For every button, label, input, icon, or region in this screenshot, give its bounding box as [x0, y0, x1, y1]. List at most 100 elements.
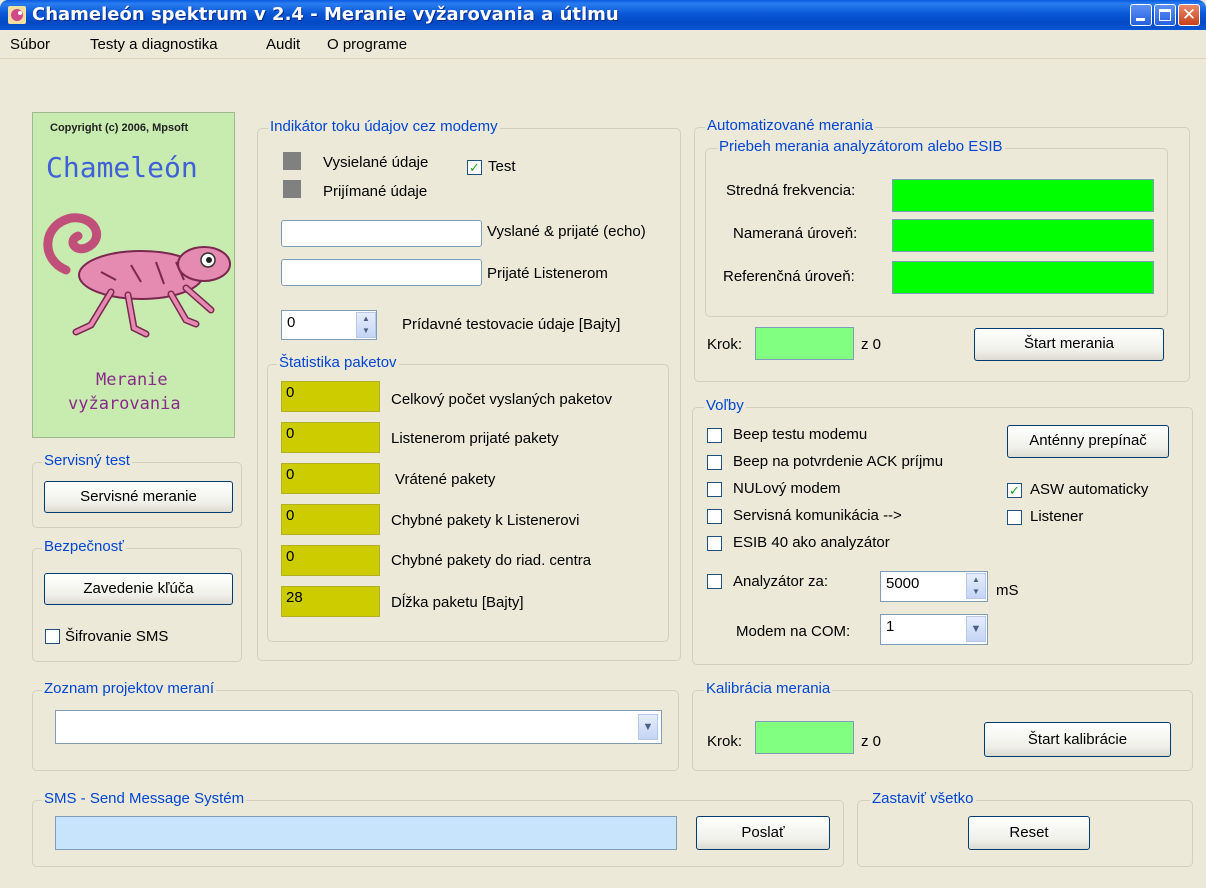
menu-testy[interactable]: Testy a diagnostika: [90, 36, 218, 53]
step-label: Krok:: [707, 336, 743, 353]
calibration-step-label: Krok:: [707, 733, 743, 750]
analyzer-unit: mS: [996, 582, 1019, 599]
extra-data-value: 0: [287, 314, 296, 331]
spin-up-icon[interactable]: ▲: [967, 574, 985, 586]
step-field: [755, 327, 854, 360]
esib-analyzer-checkbox[interactable]: [707, 536, 722, 551]
project-list-select[interactable]: [55, 710, 662, 744]
logo-caption-line1: Meranie: [96, 370, 168, 390]
analyzer-checkbox[interactable]: [707, 574, 722, 589]
load-key-button[interactable]: Zavedenie kľúča: [44, 573, 233, 605]
calibration-step-field: [755, 721, 854, 754]
chevron-down-icon[interactable]: ▼: [966, 616, 986, 642]
analyzer-delay-value: 5000: [886, 575, 920, 592]
stat-label-returned: Vrátené pakety: [395, 471, 496, 488]
measured-level-field: [892, 219, 1154, 252]
listener-received-field[interactable]: [281, 259, 482, 286]
menu-subor-label: Súbor: [10, 36, 51, 53]
sms-message-field[interactable]: [55, 816, 677, 850]
extra-data-spin-buttons[interactable]: ▲ ▼: [356, 312, 376, 338]
reset-button[interactable]: Reset: [968, 816, 1090, 850]
sent-data-indicator: [283, 152, 301, 170]
security-title: Bezpečnosť: [42, 538, 126, 555]
modem-com-label: Modem na COM:: [736, 623, 851, 640]
reference-level-label: Referenčná úroveň:: [723, 268, 855, 285]
calibration-step-of-label: z 0: [861, 733, 882, 750]
step-of-label: z 0: [861, 336, 882, 353]
beep-ack-checkbox[interactable]: [707, 455, 722, 470]
beep-ack-label: Beep na potvrdenie ACK príjmu: [733, 453, 944, 470]
maximize-icon: [1159, 9, 1171, 21]
null-modem-label: NULový modem: [733, 480, 841, 497]
listener-received-label: Prijaté Listenerom: [487, 265, 608, 282]
menu-audit-label: Audit: [266, 36, 301, 53]
beep-modem-test-checkbox[interactable]: [707, 428, 722, 443]
stat-label-total-sent: Celkový počet vyslaných paketov: [391, 391, 612, 408]
logo-name: Chameleón: [46, 151, 198, 184]
measured-level-label: Nameraná úroveň:: [733, 225, 858, 242]
chameleon-app-icon[interactable]: [8, 6, 26, 24]
stat-value-packet-length: 28: [281, 586, 380, 617]
listener-checkbox[interactable]: [1007, 510, 1022, 525]
esib-analyzer-label: ESIB 40 ako analyzátor: [733, 534, 890, 551]
maximize-button[interactable]: [1154, 4, 1176, 26]
received-data-label: Prijímané údaje: [323, 183, 428, 200]
project-list-title: Zoznam projektov meraní: [42, 680, 217, 697]
antenna-switch-button[interactable]: Anténny prepínač: [1007, 425, 1169, 458]
spin-down-icon[interactable]: ▼: [357, 325, 375, 337]
reference-level-field: [892, 261, 1154, 294]
sms-title: SMS - Send Message Systém: [42, 790, 247, 807]
analyzer-label: Analyzátor za:: [733, 573, 829, 590]
logo-caption-line2: vyžarovania: [68, 394, 181, 414]
spin-up-icon[interactable]: ▲: [357, 313, 375, 325]
data-flow-indicator-title: Indikátor toku údajov cez modemy: [268, 118, 500, 135]
menu-testy-label: Testy a diagnostika: [90, 36, 218, 53]
sent-data-label: Vysielané údaje: [323, 154, 429, 171]
echo-label: Vyslané & prijaté (echo): [487, 223, 646, 240]
menu-o-programe[interactable]: O programe: [327, 36, 407, 53]
sms-encryption-label: Šifrovanie SMS: [65, 628, 169, 645]
spin-down-icon[interactable]: ▼: [967, 586, 985, 598]
service-measurement-button[interactable]: Servisné meranie: [44, 481, 233, 513]
stat-value-listener-received: 0: [281, 422, 380, 453]
stat-value-errors-center: 0: [281, 545, 380, 576]
center-frequency-label: Stredná frekvencia:: [726, 182, 856, 199]
service-test-title: Servisný test: [42, 452, 132, 469]
copyright-text: Copyright (c) 2006, Mpsoft: [50, 122, 189, 134]
menu-o-programe-label: O programe: [327, 36, 408, 53]
packet-stats-title: Štatistika paketov: [277, 354, 399, 371]
stat-value-errors-listener: 0: [281, 504, 380, 535]
stat-label-listener-received: Listenerom prijaté pakety: [391, 430, 559, 447]
echo-field[interactable]: [281, 220, 482, 247]
stat-value-returned: 0: [281, 463, 380, 494]
stat-label-errors-center: Chybné pakety do riad. centra: [391, 552, 592, 569]
start-calibration-button[interactable]: Štart kalibrácie: [984, 722, 1171, 757]
menu-audit[interactable]: Audit: [266, 36, 300, 53]
close-icon: ✕: [1181, 5, 1197, 24]
stat-label-packet-length: Dĺžka paketu [Bajty]: [391, 594, 524, 611]
test-checkbox[interactable]: ✓: [467, 160, 482, 175]
beep-modem-test-label: Beep testu modemu: [733, 426, 868, 443]
progress-title: Priebeh merania analyzátorom alebo ESIB: [717, 138, 1005, 155]
service-comm-checkbox[interactable]: [707, 509, 722, 524]
extra-data-label: Prídavné testovacie údaje [Bajty]: [402, 316, 621, 333]
menu-subor[interactable]: Súbor: [10, 36, 50, 53]
center-frequency-field: [892, 179, 1154, 212]
send-sms-button[interactable]: Poslať: [696, 816, 830, 850]
sms-encryption-checkbox[interactable]: [45, 629, 60, 644]
chevron-down-icon[interactable]: ▼: [638, 714, 658, 740]
received-data-indicator: [283, 180, 301, 198]
minimize-icon: [1136, 18, 1145, 21]
chameleon-illustration: [43, 213, 231, 338]
start-measurement-button[interactable]: Štart merania: [974, 328, 1164, 361]
asw-auto-label: ASW automaticky: [1030, 481, 1149, 498]
test-label: Test: [488, 158, 516, 175]
automated-measurements-title: Automatizované merania: [705, 117, 875, 134]
window-title: Chameleón spektrum v 2.4 - Meranie vyžar…: [32, 4, 619, 25]
analyzer-spin-buttons[interactable]: ▲ ▼: [966, 573, 986, 599]
options-title: Voľby: [704, 397, 746, 414]
close-button[interactable]: ✕: [1178, 4, 1200, 26]
null-modem-checkbox[interactable]: [707, 482, 722, 497]
minimize-button[interactable]: [1130, 4, 1152, 26]
asw-auto-checkbox[interactable]: ✓: [1007, 483, 1022, 498]
